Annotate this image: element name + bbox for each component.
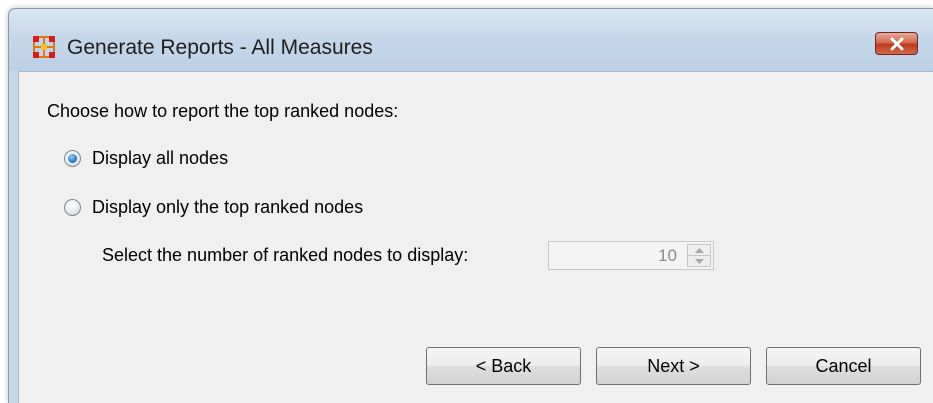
option-display-all[interactable]: Display all nodes bbox=[64, 147, 228, 169]
spinner-up-button[interactable] bbox=[687, 244, 711, 256]
arrow-up-icon bbox=[694, 247, 704, 253]
radio-display-top[interactable] bbox=[64, 198, 81, 216]
dialog-window: Generate Reports - All Measures Choose h… bbox=[8, 8, 933, 403]
option-display-top[interactable]: Display only the top ranked nodes bbox=[64, 196, 363, 218]
spinner-arrows bbox=[687, 244, 711, 267]
ranked-count-spinner[interactable]: 10 bbox=[548, 241, 714, 270]
back-button[interactable]: < Back bbox=[426, 347, 581, 385]
spinner-down-button[interactable] bbox=[687, 256, 711, 267]
arrow-down-icon bbox=[694, 258, 704, 264]
title-bar[interactable]: Generate Reports - All Measures bbox=[9, 9, 933, 71]
cancel-button[interactable]: Cancel bbox=[766, 347, 921, 385]
dialog-content: Choose how to report the top ranked node… bbox=[18, 71, 933, 403]
close-button[interactable] bbox=[875, 32, 918, 55]
ranked-count-value: 10 bbox=[658, 246, 677, 265]
option-display-all-label: Display all nodes bbox=[92, 147, 229, 168]
close-x-icon bbox=[890, 37, 904, 51]
ranked-count-label: Select the number of ranked nodes to dis… bbox=[102, 245, 469, 265]
window-title: Generate Reports - All Measures bbox=[67, 36, 373, 59]
radio-display-all[interactable] bbox=[64, 149, 81, 167]
option-display-top-label: Display only the top ranked nodes bbox=[92, 196, 364, 217]
next-button[interactable]: Next > bbox=[596, 347, 751, 385]
network-nodes-icon bbox=[33, 36, 55, 58]
prompt-text: Choose how to report the top ranked node… bbox=[47, 101, 399, 121]
